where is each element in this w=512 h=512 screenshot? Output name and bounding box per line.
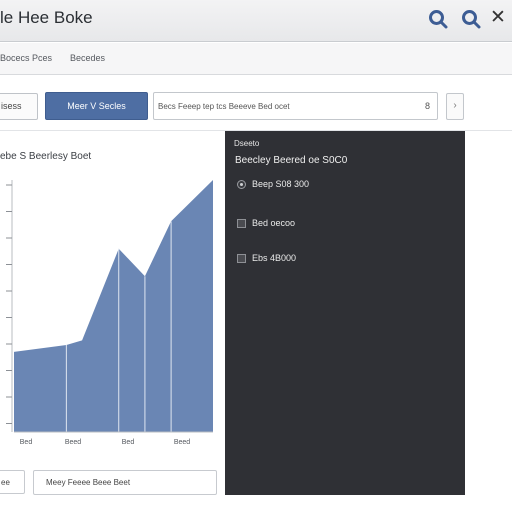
option-label: Ebs 4B000 xyxy=(252,253,297,263)
chart-title: ebe S Beerlesy Boet xyxy=(0,151,92,162)
radio-icon[interactable] xyxy=(237,180,246,189)
close-icon[interactable]: ✕ xyxy=(490,6,506,29)
bottom-button[interactable]: ee xyxy=(0,470,25,494)
tab-second[interactable]: Becedes xyxy=(70,53,105,63)
side-panel: Dseeto Beecley Beered oe S0C0 Beep S08 3… xyxy=(225,131,465,495)
toolbar-left-button[interactable]: isess xyxy=(0,93,38,120)
window-title: le Hee Boke xyxy=(0,8,93,27)
x-tick-label: Bed xyxy=(20,439,33,446)
option-label: Beep S08 300 xyxy=(252,179,310,189)
title-bar: le Hee Boke ✕ xyxy=(0,0,512,42)
search-icon[interactable] xyxy=(427,8,449,30)
search-icon[interactable] xyxy=(460,8,482,30)
tab-bar: Bocecs Pces Becedes xyxy=(0,43,512,75)
area-chart: Bed Beed Bed Beed xyxy=(6,180,213,446)
bottom-field[interactable]: Meey Feeee Beee Beet xyxy=(33,470,217,495)
area-series xyxy=(14,180,213,432)
checkbox-icon[interactable] xyxy=(237,254,246,263)
side-panel-subtitle: Beecley Beered oe S0C0 xyxy=(235,155,348,166)
x-tick-label: Beed xyxy=(65,439,81,446)
search-count: 8 xyxy=(424,101,430,111)
x-tick-label: Beed xyxy=(174,439,190,446)
search-input[interactable] xyxy=(154,93,422,119)
primary-button[interactable]: Meer V Secles xyxy=(45,92,148,120)
search-box: 8 xyxy=(153,92,438,120)
x-tick-label: Bed xyxy=(122,439,135,446)
checkbox-icon[interactable] xyxy=(237,219,246,228)
option-label: Bed oecoo xyxy=(252,218,296,228)
tab-first[interactable]: Bocecs Pces xyxy=(0,53,52,63)
side-panel-header: Dseeto xyxy=(234,139,260,148)
next-button[interactable]: › xyxy=(446,93,464,120)
